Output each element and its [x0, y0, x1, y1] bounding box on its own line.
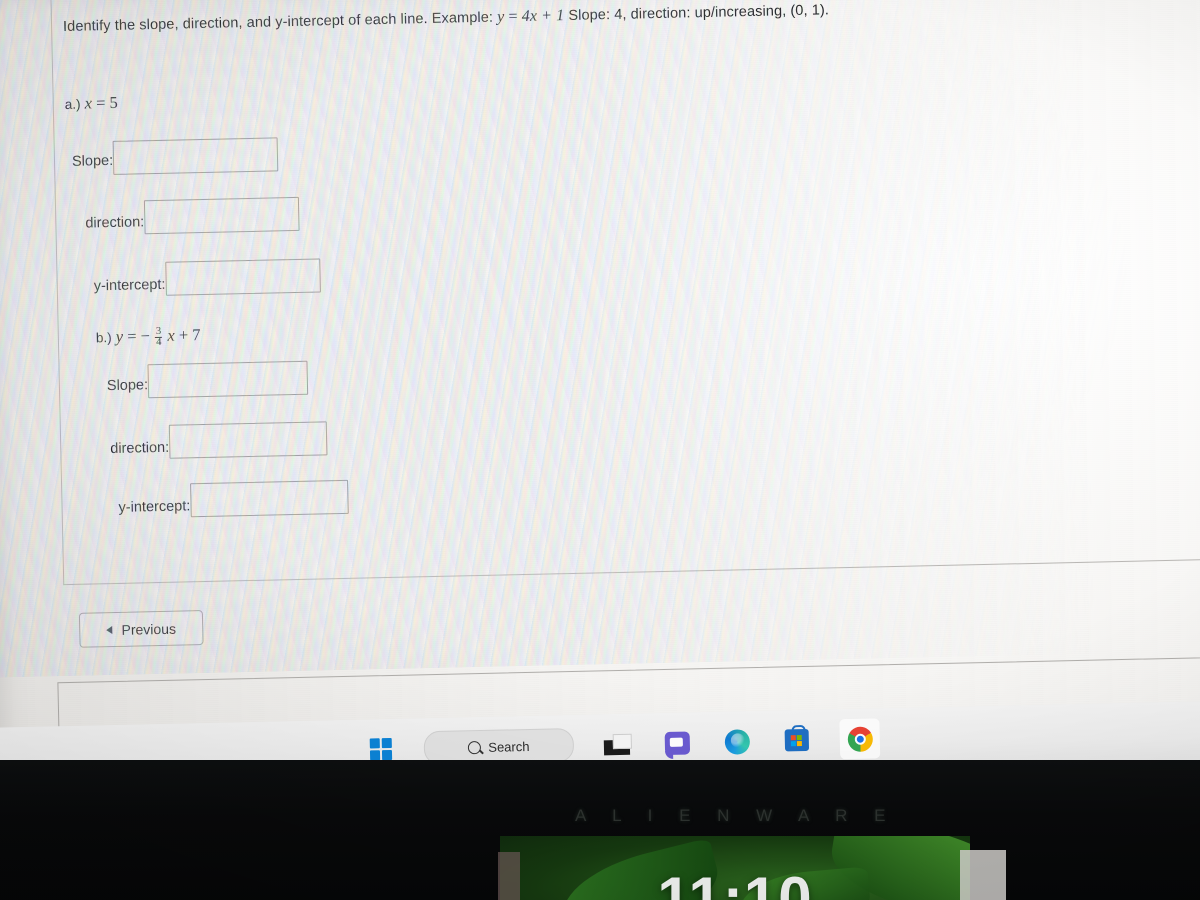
example-equation-rhs: 4x + 1: [521, 7, 565, 25]
taskbar-item-teams[interactable]: [659, 725, 694, 760]
question-a-direction-field: direction:: [85, 196, 300, 236]
question-b-equals: =: [126, 326, 137, 346]
question-b-equation: b.) y = − 3 4 x + 7: [96, 325, 201, 350]
taskbar-item-file-explorer[interactable]: [599, 727, 634, 762]
taskbar-item-microsoft-store[interactable]: [779, 723, 814, 758]
fraction-numerator: 3: [155, 325, 162, 337]
phone-left-edge: [498, 852, 520, 900]
question-a-equation: a.) x = 5: [65, 93, 118, 114]
teams-icon: [664, 730, 690, 755]
laptop-screen: Identify the slope, direction, and y-int…: [0, 0, 1200, 788]
question-a-slope-input[interactable]: [112, 137, 279, 175]
question-b-yintercept-input[interactable]: [189, 479, 349, 518]
phone-clock: 11:10: [657, 865, 813, 900]
phone-right-edge: [960, 850, 1006, 900]
question-b-tail: + 7: [178, 325, 201, 345]
alienware-brand-label: A L I E N W A R E: [575, 806, 897, 825]
search-label: Search: [488, 738, 530, 755]
question-b-yintercept-label: y-intercept:: [118, 498, 191, 516]
question-b-direction-input[interactable]: [168, 421, 328, 459]
question-b-fraction: 3 4: [155, 325, 163, 350]
search-icon: [468, 740, 482, 754]
question-b-slope-field: Slope:: [106, 360, 309, 399]
chevron-left-icon: [106, 625, 113, 634]
question-a-slope-label: Slope:: [71, 152, 114, 170]
question-b-prefix: b.): [95, 329, 112, 346]
question-a-yintercept-label: y-intercept:: [93, 276, 166, 294]
question-a-prefix: a.): [64, 96, 81, 112]
question-a-slope-field: Slope:: [71, 137, 279, 175]
fraction-denominator: 4: [155, 337, 163, 350]
question-b-slope-label: Slope:: [106, 377, 149, 395]
previous-button-label: Previous: [121, 620, 177, 638]
question-a-rhs: 5: [109, 92, 118, 112]
question-a-lhs: x: [84, 93, 93, 113]
example-equation-equals: =: [508, 8, 518, 26]
taskbar-item-edge[interactable]: [719, 724, 754, 759]
question-a-yintercept-input[interactable]: [164, 258, 321, 296]
previous-button[interactable]: Previous: [78, 610, 204, 648]
question-b-direction-field: direction:: [110, 421, 328, 460]
chrome-icon: [847, 726, 873, 752]
photo-of-laptop-screen: Identify the slope, direction, and y-int…: [0, 0, 1200, 900]
question-a-direction-input[interactable]: [143, 196, 300, 235]
question-a-equals: =: [95, 93, 106, 113]
question-b-slope-input[interactable]: [147, 360, 309, 399]
question-b-direction-label: direction:: [110, 439, 170, 457]
edge-icon: [724, 728, 750, 755]
microsoft-store-icon: [784, 728, 810, 752]
file-explorer-icon: [603, 733, 632, 755]
example-equation-lhs: y: [496, 8, 505, 26]
phone-screen: 11:10: [500, 836, 970, 900]
question-b-sign: −: [140, 326, 151, 346]
windows-logo-icon: [369, 737, 393, 761]
question-b-lhs: y: [115, 326, 124, 346]
question-b-variable: x: [167, 325, 175, 345]
taskbar-item-chrome[interactable]: [839, 718, 881, 765]
question-a-direction-label: direction:: [85, 213, 145, 232]
